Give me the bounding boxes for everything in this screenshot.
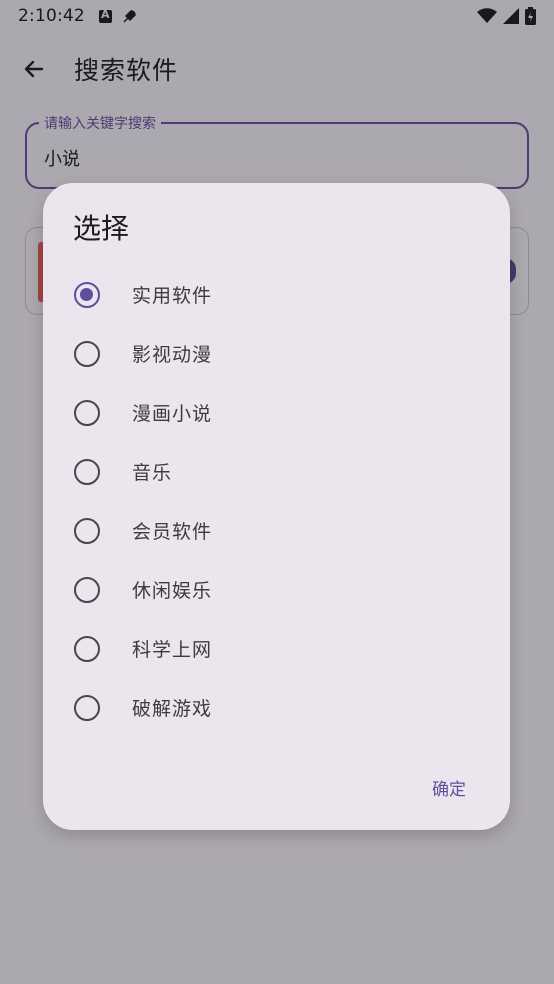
radio-button-icon[interactable] <box>74 635 100 662</box>
radio-button-icon[interactable] <box>74 517 100 544</box>
radio-button-icon[interactable] <box>74 399 100 426</box>
page-title: 搜索软件 <box>74 56 179 85</box>
radio-option-label: 会员软件 <box>132 521 213 543</box>
app-bar: 搜索软件 <box>0 40 554 98</box>
radio-option[interactable]: 会员软件 <box>43 501 510 560</box>
radio-option[interactable]: 实用软件 <box>43 265 510 324</box>
radio-button-icon[interactable] <box>74 340 100 367</box>
notification-a-icon <box>98 8 112 23</box>
radio-option[interactable]: 音乐 <box>43 442 510 501</box>
confirm-button[interactable]: 确定 <box>426 771 472 804</box>
dialog-title: 选择 <box>73 212 130 245</box>
radio-button-icon[interactable] <box>74 281 100 308</box>
category-dialog: 选择 实用软件 影视动漫 漫画小说 音乐 会员软件 休闲娱乐 科学上网 破解游戏… <box>43 183 510 830</box>
wifi-icon <box>477 8 497 23</box>
radio-button-icon[interactable] <box>74 576 100 603</box>
search-input-value: 小说 <box>44 149 80 170</box>
radio-option[interactable]: 破解游戏 <box>43 678 510 737</box>
radio-option-label: 休闲娱乐 <box>132 580 213 602</box>
radio-option-label: 影视动漫 <box>132 344 213 366</box>
radio-option[interactable]: 漫画小说 <box>43 383 510 442</box>
status-bar: 2:10:42 <box>0 0 554 32</box>
arrow-back-icon <box>24 60 44 78</box>
radio-option-label: 实用软件 <box>132 285 213 307</box>
radio-button-icon[interactable] <box>74 458 100 485</box>
radio-option[interactable]: 科学上网 <box>43 619 510 678</box>
radio-option-label: 破解游戏 <box>132 698 213 720</box>
radio-option-label: 漫画小说 <box>132 403 213 425</box>
status-time: 2:10:42 <box>18 6 85 26</box>
radio-option[interactable]: 影视动漫 <box>43 324 510 383</box>
radio-button-icon[interactable] <box>74 694 100 721</box>
back-button[interactable] <box>6 41 62 97</box>
radio-option[interactable]: 休闲娱乐 <box>43 560 510 619</box>
search-input-label: 请输入关键字搜索 <box>39 113 161 133</box>
battery-icon <box>525 7 536 25</box>
notification-rocket-icon <box>123 9 136 23</box>
radio-option-label: 音乐 <box>132 462 173 484</box>
radio-group: 实用软件 影视动漫 漫画小说 音乐 会员软件 休闲娱乐 科学上网 破解游戏 <box>43 265 510 737</box>
radio-option-label: 科学上网 <box>132 639 213 661</box>
cell-signal-icon <box>503 8 519 24</box>
search-input[interactable]: 请输入关键字搜索 小说 <box>25 113 529 189</box>
